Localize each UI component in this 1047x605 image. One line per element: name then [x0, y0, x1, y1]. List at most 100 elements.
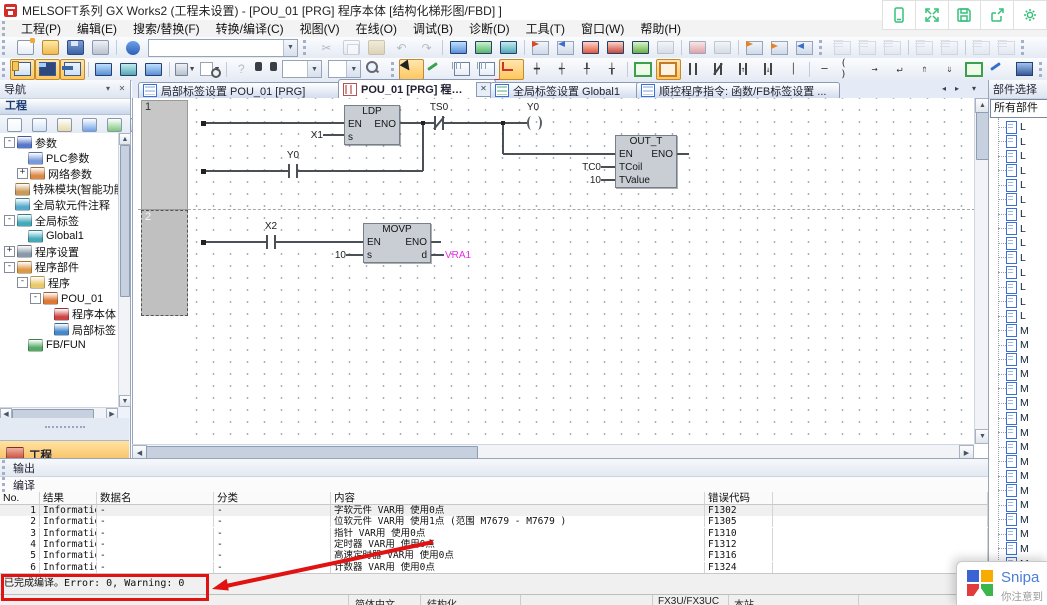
- output-window-toggle-button[interactable]: [60, 59, 85, 80]
- device-test-button[interactable]: [685, 37, 710, 58]
- open-project-button[interactable]: [38, 37, 63, 58]
- program-select-combo[interactable]: ▼: [148, 39, 298, 57]
- menu-item-1[interactable]: 工程(P): [13, 19, 69, 38]
- tree-expander-icon[interactable]: -: [30, 293, 41, 304]
- tree-item-parameters[interactable]: -参数: [4, 135, 57, 150]
- undo-button[interactable]: ↶: [389, 37, 414, 58]
- function-block-out_t[interactable]: OUT_TENENOTCoilTValue: [615, 135, 677, 188]
- tab-close-icon[interactable]: ✕: [476, 82, 491, 97]
- part-item-16[interactable]: M: [989, 338, 1029, 352]
- insert-row-button[interactable]: ┿: [524, 59, 549, 80]
- menu-item-3[interactable]: 搜索/替换(F): [125, 19, 208, 38]
- rung-header-2[interactable]: 2: [141, 210, 188, 316]
- print-button[interactable]: [88, 37, 113, 58]
- part-item-11[interactable]: L: [989, 266, 1026, 280]
- coil-y0[interactable]: [522, 115, 544, 131]
- transfer-read-button[interactable]: [792, 37, 817, 58]
- guided-delete-button[interactable]: [474, 59, 499, 80]
- part-item-8[interactable]: L: [989, 222, 1026, 236]
- find-device-button[interactable]: ▼: [198, 59, 223, 80]
- device-display-mode-button[interactable]: ▼: [173, 59, 198, 80]
- part-item-21[interactable]: M: [989, 411, 1029, 425]
- menu-item-11[interactable]: 帮助(H): [632, 19, 689, 38]
- part-item-18[interactable]: M: [989, 367, 1029, 381]
- monitor-stop-button[interactable]: [628, 37, 653, 58]
- tab-4[interactable]: 顺控程序指令: 函数/FB标签设置 ...: [636, 82, 840, 98]
- editor-vertical-scrollbar[interactable]: ▲ ▼: [974, 98, 989, 444]
- table-row-4[interactable]: 4Information--定时器 VAR用 使用0点F1312: [0, 539, 988, 550]
- tab-scroll-left-button[interactable]: ◂: [938, 82, 950, 95]
- plc-read-button[interactable]: [553, 37, 578, 58]
- part-item-30[interactable]: M: [989, 542, 1029, 556]
- device-comment-button[interactable]: [116, 59, 141, 80]
- return-button[interactable]: ↵: [887, 59, 912, 80]
- redo-button[interactable]: ↷: [414, 37, 439, 58]
- part-item-23[interactable]: M: [989, 440, 1029, 454]
- comment-button[interactable]: [962, 59, 987, 80]
- combo-arrow-icon[interactable]: ▼: [307, 61, 321, 77]
- tree-item-local-label[interactable]: 局部标签: [43, 322, 116, 337]
- transfer-setup-button[interactable]: [742, 37, 767, 58]
- copy-button[interactable]: [339, 37, 364, 58]
- delete-row-button[interactable]: ┽: [549, 59, 574, 80]
- combo-arrow-icon[interactable]: ▼: [283, 40, 297, 56]
- device-read-monitor-button[interactable]: [471, 37, 496, 58]
- transfer-write-button[interactable]: [767, 37, 792, 58]
- monitor-watch-button[interactable]: [603, 37, 628, 58]
- monitor-start-button[interactable]: [578, 37, 603, 58]
- part-filter-dropdown[interactable]: 所有部件: [990, 99, 1047, 118]
- tree-vertical-scrollbar[interactable]: ▲ ▼: [118, 133, 130, 407]
- part-item-24[interactable]: M: [989, 455, 1029, 469]
- closed-contact-button[interactable]: [706, 59, 731, 80]
- tree-item-pou-01[interactable]: -POU_01: [30, 291, 103, 306]
- tree-item-special-module[interactable]: 特殊模块(智能功能模块: [4, 182, 118, 197]
- rung-header-1[interactable]: 1: [141, 100, 188, 210]
- compile-button[interactable]: [1012, 59, 1037, 80]
- tree-item-plc-parameter[interactable]: PLC参数: [17, 151, 89, 166]
- monitor-pause-button[interactable]: [653, 37, 678, 58]
- menu-item-7[interactable]: 调试(B): [405, 19, 461, 38]
- tab-scroll-right-button[interactable]: ▸: [951, 82, 963, 95]
- device-batch-button[interactable]: [710, 37, 735, 58]
- delete-column-button[interactable]: ╁: [599, 59, 624, 80]
- cut-button[interactable]: ✂: [314, 37, 339, 58]
- fullscreen-button[interactable]: [916, 0, 949, 30]
- device-write-monitor-button[interactable]: [446, 37, 471, 58]
- tree-item-program-body[interactable]: 程序本体: [43, 307, 116, 322]
- part-item-13[interactable]: L: [989, 295, 1026, 309]
- menu-item-5[interactable]: 视图(V): [292, 19, 348, 38]
- share-button[interactable]: [981, 0, 1014, 30]
- part-item-26[interactable]: M: [989, 484, 1029, 498]
- tree-expander-icon[interactable]: -: [17, 277, 28, 288]
- coil-button[interactable]: ( ): [837, 59, 862, 80]
- help-button[interactable]: [120, 37, 145, 58]
- context-help-button[interactable]: ?: [229, 59, 254, 80]
- falling-edge-button[interactable]: ⇓: [937, 59, 962, 80]
- ladder-monitor2-button[interactable]: [855, 37, 880, 58]
- function-block-movp[interactable]: MOVPENENOsd: [363, 223, 431, 263]
- tree-item-network-parameter[interactable]: +网络参数: [17, 166, 92, 181]
- interconnect-mode-button[interactable]: [424, 59, 449, 80]
- part-item-22[interactable]: M: [989, 426, 1029, 440]
- tree-item-pou[interactable]: -程序部件: [4, 260, 79, 275]
- menu-item-2[interactable]: 编辑(E): [69, 19, 125, 38]
- watch-start-button[interactable]: [937, 37, 962, 58]
- part-item-20[interactable]: M: [989, 396, 1029, 410]
- part-item-9[interactable]: L: [989, 236, 1026, 250]
- tree-item-program-setting[interactable]: +程序设置: [4, 244, 79, 259]
- scaling2-button[interactable]: [994, 37, 1019, 58]
- window-select-combo[interactable]: ▼: [282, 60, 322, 78]
- part-item-15[interactable]: M: [989, 324, 1029, 338]
- horizontal-line-button[interactable]: ─: [812, 59, 837, 80]
- tab-2[interactable]: POU_01 [PRG] 程序本体 [...✕: [338, 79, 496, 98]
- tab-list-button[interactable]: ▾: [968, 82, 980, 95]
- tree-item-global1[interactable]: Global1: [17, 229, 84, 244]
- menu-item-6[interactable]: 在线(O): [348, 19, 405, 38]
- part-item-4[interactable]: L: [989, 164, 1026, 178]
- ladder-editor[interactable]: 12TS0Y0X2Y0LDPENENOsOUT_TENENOTCoilTValu…: [132, 98, 975, 444]
- part-item-17[interactable]: M: [989, 353, 1029, 367]
- jump-button[interactable]: →: [862, 59, 887, 80]
- save-project-button[interactable]: [63, 37, 88, 58]
- menu-item-9[interactable]: 工具(T): [518, 19, 573, 38]
- select-mode-button[interactable]: [399, 59, 424, 80]
